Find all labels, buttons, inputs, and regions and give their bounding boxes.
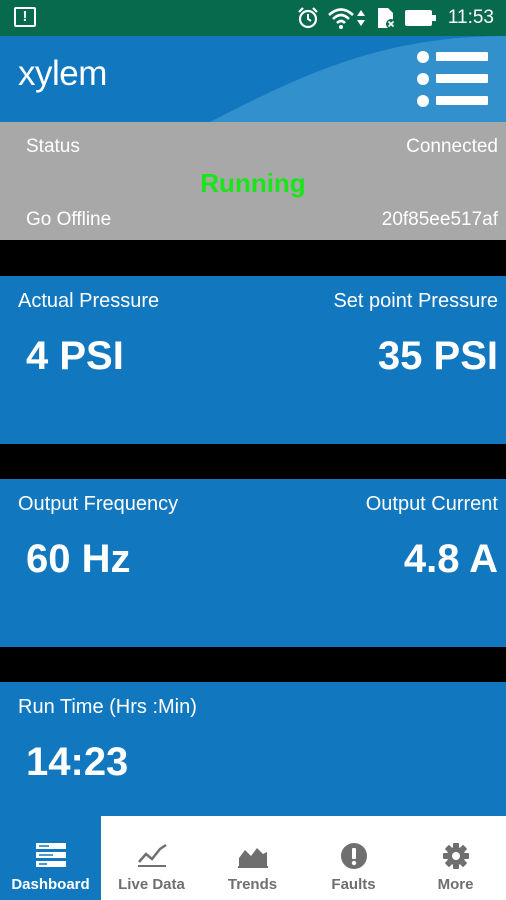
tab-trends[interactable]: Trends <box>202 816 303 900</box>
alarm-clock-icon <box>298 7 318 29</box>
tab-more[interactable]: More <box>405 816 506 900</box>
run-state: Running <box>200 168 306 198</box>
tab-label: Trends <box>227 876 278 893</box>
clock: 11:53 <box>447 7 494 28</box>
battery-icon <box>405 10 436 26</box>
tab-label: More <box>437 876 474 893</box>
alert-icon: ! <box>14 7 36 27</box>
go-offline-button[interactable]: Go Offline <box>26 209 111 231</box>
bottom-tab-bar: Dashboard Live Data Trends Faults More <box>0 816 506 900</box>
actual-pressure-value: 4 PSI <box>26 334 124 378</box>
output-frequency-value: 60 Hz <box>26 537 131 581</box>
runtime-card: Run Time (Hrs :Min) 14:23 <box>0 682 506 816</box>
actual-pressure-label: Actual Pressure <box>18 290 160 312</box>
output-frequency-label: Output Frequency <box>18 493 179 515</box>
status-panel: Status Connected Running Go Offline 20f8… <box>0 122 506 240</box>
device-id: 20f85ee517af <box>381 209 498 230</box>
connection-state: Connected <box>406 136 498 157</box>
dashboard-icon <box>35 843 66 867</box>
data-arrows-icon <box>357 10 365 26</box>
app-header: xylem <box>0 36 506 122</box>
electrical-card: Output Frequency Output Current 60 Hz 4.… <box>0 479 506 647</box>
area-chart-icon <box>237 848 268 868</box>
tab-label: Dashboard <box>11 876 90 893</box>
run-time-label: Run Time (Hrs :Min) <box>18 696 197 718</box>
gear-icon <box>442 843 469 869</box>
setpoint-pressure-value: 35 PSI <box>377 334 498 378</box>
tab-label: Faults <box>331 876 376 893</box>
sim-icon <box>378 8 396 29</box>
system-status-bar: ! 11:53 <box>0 0 506 36</box>
exclamation-icon <box>340 843 367 869</box>
menu-icon[interactable] <box>416 50 490 108</box>
output-current-label: Output Current <box>365 493 498 515</box>
tab-live-data[interactable]: Live Data <box>101 816 202 900</box>
status-label: Status <box>26 136 80 157</box>
run-time-value: 14:23 <box>26 740 129 784</box>
xylem-logo: xylem <box>18 54 107 93</box>
wifi-icon <box>328 8 354 29</box>
output-current-value: 4.8 A <box>403 537 498 581</box>
line-chart-icon <box>137 843 167 867</box>
tab-faults[interactable]: Faults <box>303 816 404 900</box>
tab-dashboard[interactable]: Dashboard <box>0 816 101 900</box>
tab-label: Live Data <box>118 876 185 893</box>
setpoint-pressure-label: Set point Pressure <box>333 290 498 312</box>
pressure-card: Actual Pressure Set point Pressure 4 PSI… <box>0 276 506 444</box>
